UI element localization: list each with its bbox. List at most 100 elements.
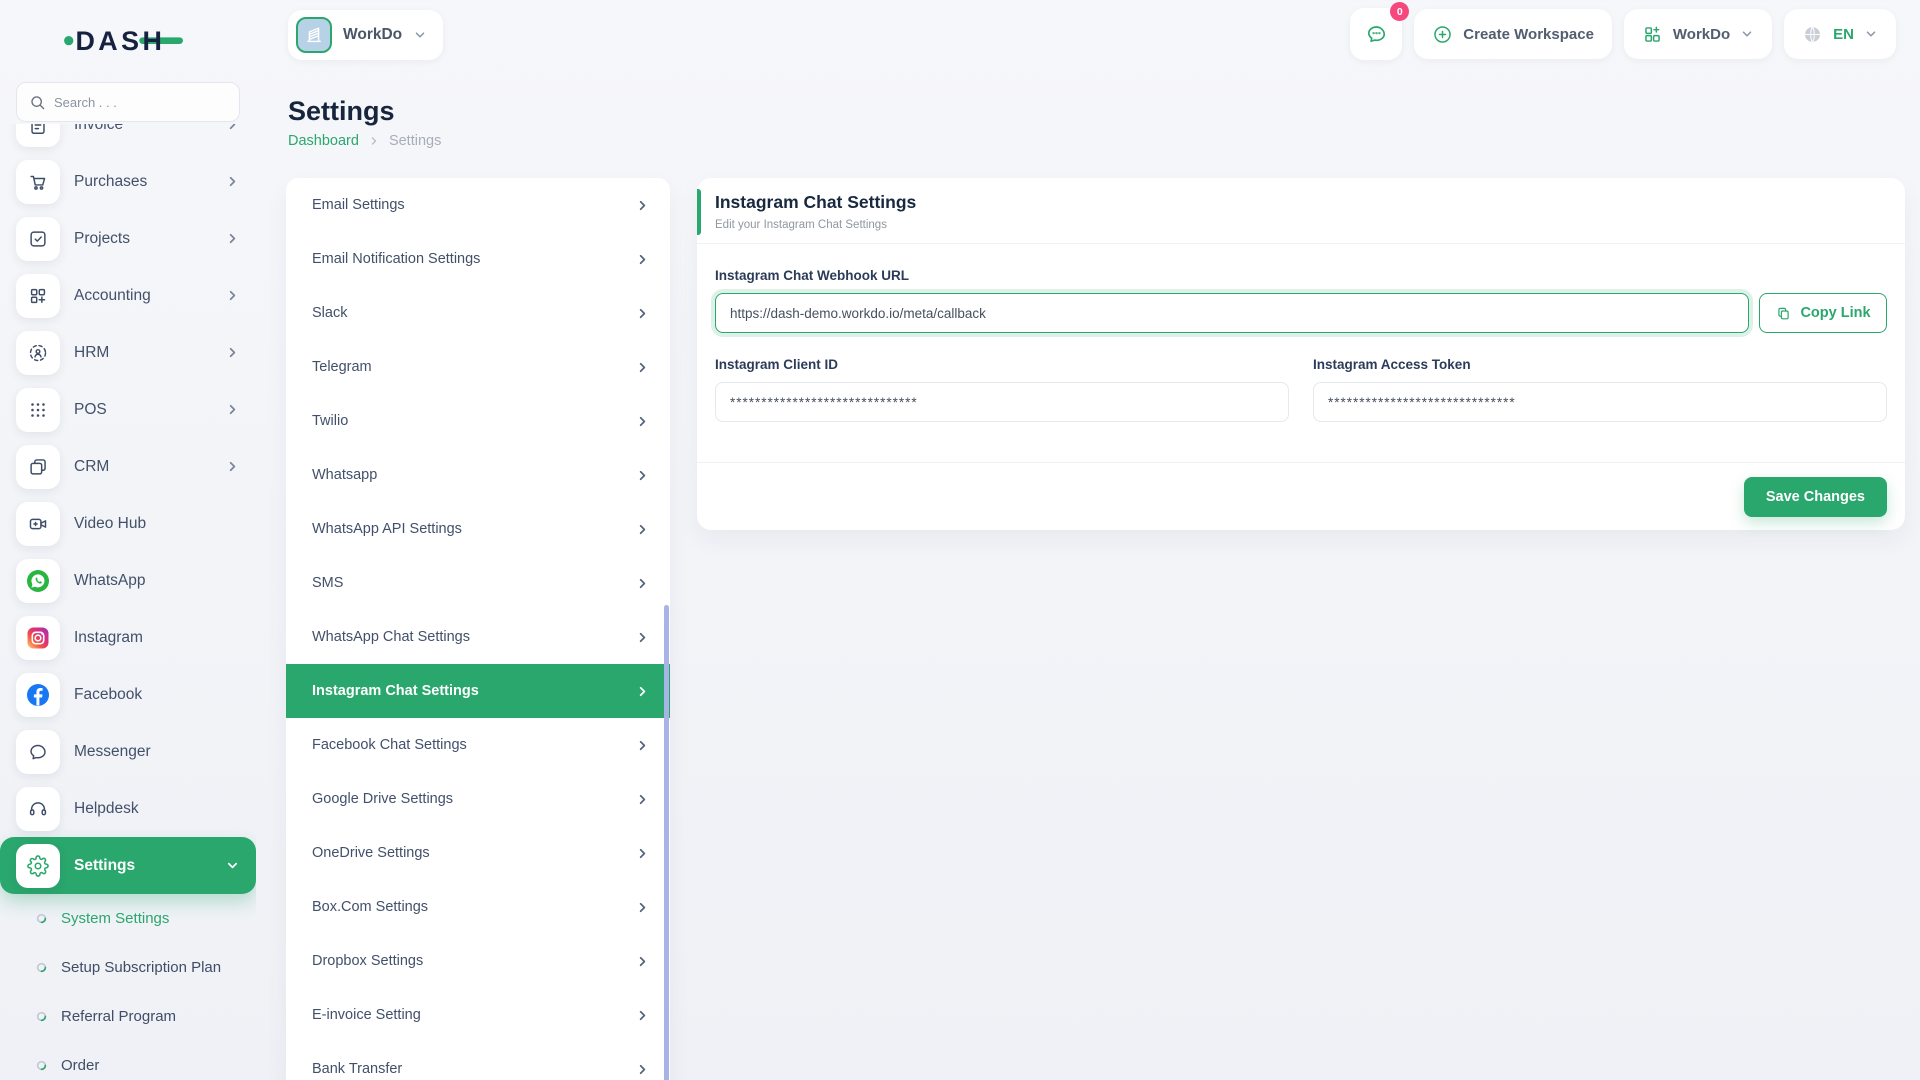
topbar-actions: 0 Create Workspace WorkDo <box>1350 8 1896 60</box>
sidebar-item-hrm[interactable]: HRM <box>0 324 256 381</box>
settings-nav-label: Box.Com Settings <box>312 899 428 915</box>
settings-nav-item-instagram-chat-settings[interactable]: Instagram Chat Settings <box>286 664 670 718</box>
settings-nav-item-google-drive-settings[interactable]: Google Drive Settings <box>286 772 670 826</box>
chevron-down-icon <box>225 858 240 873</box>
settings-nav-scrollbar[interactable] <box>664 605 669 1080</box>
settings-nav-item-twilio[interactable]: Twilio <box>286 394 670 448</box>
settings-nav-item-box-com-settings[interactable]: Box.Com Settings <box>286 880 670 934</box>
create-workspace-label: Create Workspace <box>1463 26 1594 43</box>
sidebar-item-label: WhatsApp <box>74 572 146 590</box>
settings-nav-label: Telegram <box>312 359 372 375</box>
sidebar-item-projects[interactable]: Projects <box>0 210 256 267</box>
settings-nav-item-telegram[interactable]: Telegram <box>286 340 670 394</box>
sidebar: DASH InvoicePurchasesProjectsAccounting H… <box>0 0 256 1080</box>
messages-button[interactable]: 0 <box>1350 8 1402 60</box>
chevron-right-icon <box>635 1062 650 1077</box>
settings-nav-label: Dropbox Settings <box>312 953 423 969</box>
bullet-icon <box>36 913 47 924</box>
sidebar-menu: InvoicePurchasesProjectsAccounting HRM POS… <box>0 124 256 1080</box>
sidebar-item-instagram[interactable]: Instagram <box>0 609 256 666</box>
webhook-url-input[interactable] <box>715 293 1749 333</box>
settings-nav-item-whatsapp[interactable]: Whatsapp <box>286 448 670 502</box>
sidebar-subitem-system-settings[interactable]: System Settings <box>0 894 256 943</box>
sidebar-item-accounting[interactable]: Accounting <box>0 267 256 324</box>
settings-nav-label: Twilio <box>312 413 348 429</box>
search-input[interactable] <box>54 95 227 110</box>
create-workspace-button[interactable]: Create Workspace <box>1414 9 1612 59</box>
chevron-right-icon <box>635 252 650 267</box>
plus-circle-icon <box>1432 24 1453 45</box>
access-token-input[interactable] <box>1313 382 1887 422</box>
panel-subtitle: Edit your Instagram Chat Settings <box>715 219 1887 231</box>
dash-logo[interactable]: DASH <box>62 18 188 60</box>
breadcrumb: Dashboard Settings <box>288 133 441 149</box>
sidebar-item-whatsapp[interactable]: WhatsApp <box>0 552 256 609</box>
settings-nav-label: Whatsapp <box>312 467 377 483</box>
settings-nav-item-e-invoice-setting[interactable]: E-invoice Setting <box>286 988 670 1042</box>
language-label: EN <box>1833 26 1854 43</box>
client-id-input[interactable] <box>715 382 1289 422</box>
sidebar-subitem-order[interactable]: Order <box>0 1041 256 1080</box>
workspace-dropdown[interactable]: WorkDo <box>1624 9 1772 59</box>
sidebar-item-pos[interactable]: POS <box>0 381 256 438</box>
instagram-icon <box>16 616 60 660</box>
language-dropdown[interactable]: EN <box>1784 9 1896 59</box>
chevron-right-icon <box>635 792 650 807</box>
bullet-icon <box>36 962 47 973</box>
chevron-right-icon <box>635 576 650 591</box>
sidebar-item-settings[interactable]: Settings <box>0 837 256 894</box>
settings-nav-label: Instagram Chat Settings <box>312 683 479 699</box>
sidebar-item-invoice[interactable]: Invoice <box>0 124 256 153</box>
sidebar-subitem-label: System Settings <box>61 910 169 927</box>
chevron-right-icon <box>635 846 650 861</box>
sidebar-item-label: Helpdesk <box>74 800 139 818</box>
projects-icon <box>16 217 60 261</box>
sidebar-subitem-label: Setup Subscription Plan <box>61 959 221 976</box>
chevron-down-icon <box>413 28 427 42</box>
sidebar-subitem-referral-program[interactable]: Referral Program <box>0 992 256 1041</box>
sidebar-item-label: HRM <box>74 344 109 362</box>
copy-link-button[interactable]: Copy Link <box>1759 293 1887 333</box>
chevron-right-icon <box>225 459 240 474</box>
sidebar-item-facebook[interactable]: Facebook <box>0 666 256 723</box>
settings-nav-label: Email Notification Settings <box>312 251 480 267</box>
settings-nav-label: Email Settings <box>312 197 405 213</box>
settings-nav-item-facebook-chat-settings[interactable]: Facebook Chat Settings <box>286 718 670 772</box>
sidebar-item-video-hub[interactable]: Video Hub <box>0 495 256 552</box>
sidebar-item-label: Instagram <box>74 629 143 647</box>
settings-nav-item-onedrive-settings[interactable]: OneDrive Settings <box>286 826 670 880</box>
settings-nav-item-dropbox-settings[interactable]: Dropbox Settings <box>286 934 670 988</box>
settings-nav-item-whatsapp-api-settings[interactable]: WhatsApp API Settings <box>286 502 670 556</box>
sidebar-item-purchases[interactable]: Purchases <box>0 153 256 210</box>
crm-icon <box>16 445 60 489</box>
gear-icon <box>16 844 60 888</box>
purchases-icon <box>16 160 60 204</box>
sidebar-item-helpdesk[interactable]: Helpdesk <box>0 780 256 837</box>
settings-nav-item-email-settings[interactable]: Email Settings <box>286 178 670 232</box>
invoice-icon <box>16 124 60 147</box>
settings-nav-item-sms[interactable]: SMS <box>286 556 670 610</box>
workspace-switcher[interactable]: WorkDo <box>288 10 443 60</box>
bullet-icon <box>36 1011 47 1022</box>
settings-nav-item-bank-transfer[interactable]: Bank Transfer <box>286 1042 670 1080</box>
chevron-right-icon <box>635 468 650 483</box>
settings-nav-label: OneDrive Settings <box>312 845 430 861</box>
breadcrumb-dashboard-link[interactable]: Dashboard <box>288 133 359 149</box>
chevron-right-icon <box>635 1008 650 1023</box>
settings-nav-item-slack[interactable]: Slack <box>286 286 670 340</box>
messages-badge: 0 <box>1390 2 1409 21</box>
save-changes-button[interactable]: Save Changes <box>1744 477 1887 517</box>
chevron-right-icon <box>635 198 650 213</box>
panel-accent-bar <box>697 189 701 235</box>
webhook-url-label: Instagram Chat Webhook URL <box>715 268 1887 283</box>
settings-nav-item-whatsapp-chat-settings[interactable]: WhatsApp Chat Settings <box>286 610 670 664</box>
sidebar-item-crm[interactable]: CRM <box>0 438 256 495</box>
panel-body: Instagram Chat Webhook URL Copy Link Ins… <box>697 244 1905 462</box>
chevron-right-icon <box>225 124 240 132</box>
sidebar-item-messenger[interactable]: Messenger <box>0 723 256 780</box>
chevron-right-icon <box>225 174 240 189</box>
settings-nav-item-email-notification-settings[interactable]: Email Notification Settings <box>286 232 670 286</box>
sidebar-subitem-setup-subscription-plan[interactable]: Setup Subscription Plan <box>0 943 256 992</box>
sidebar-subitem-label: Referral Program <box>61 1008 176 1025</box>
settings-nav-label: E-invoice Setting <box>312 1007 421 1023</box>
